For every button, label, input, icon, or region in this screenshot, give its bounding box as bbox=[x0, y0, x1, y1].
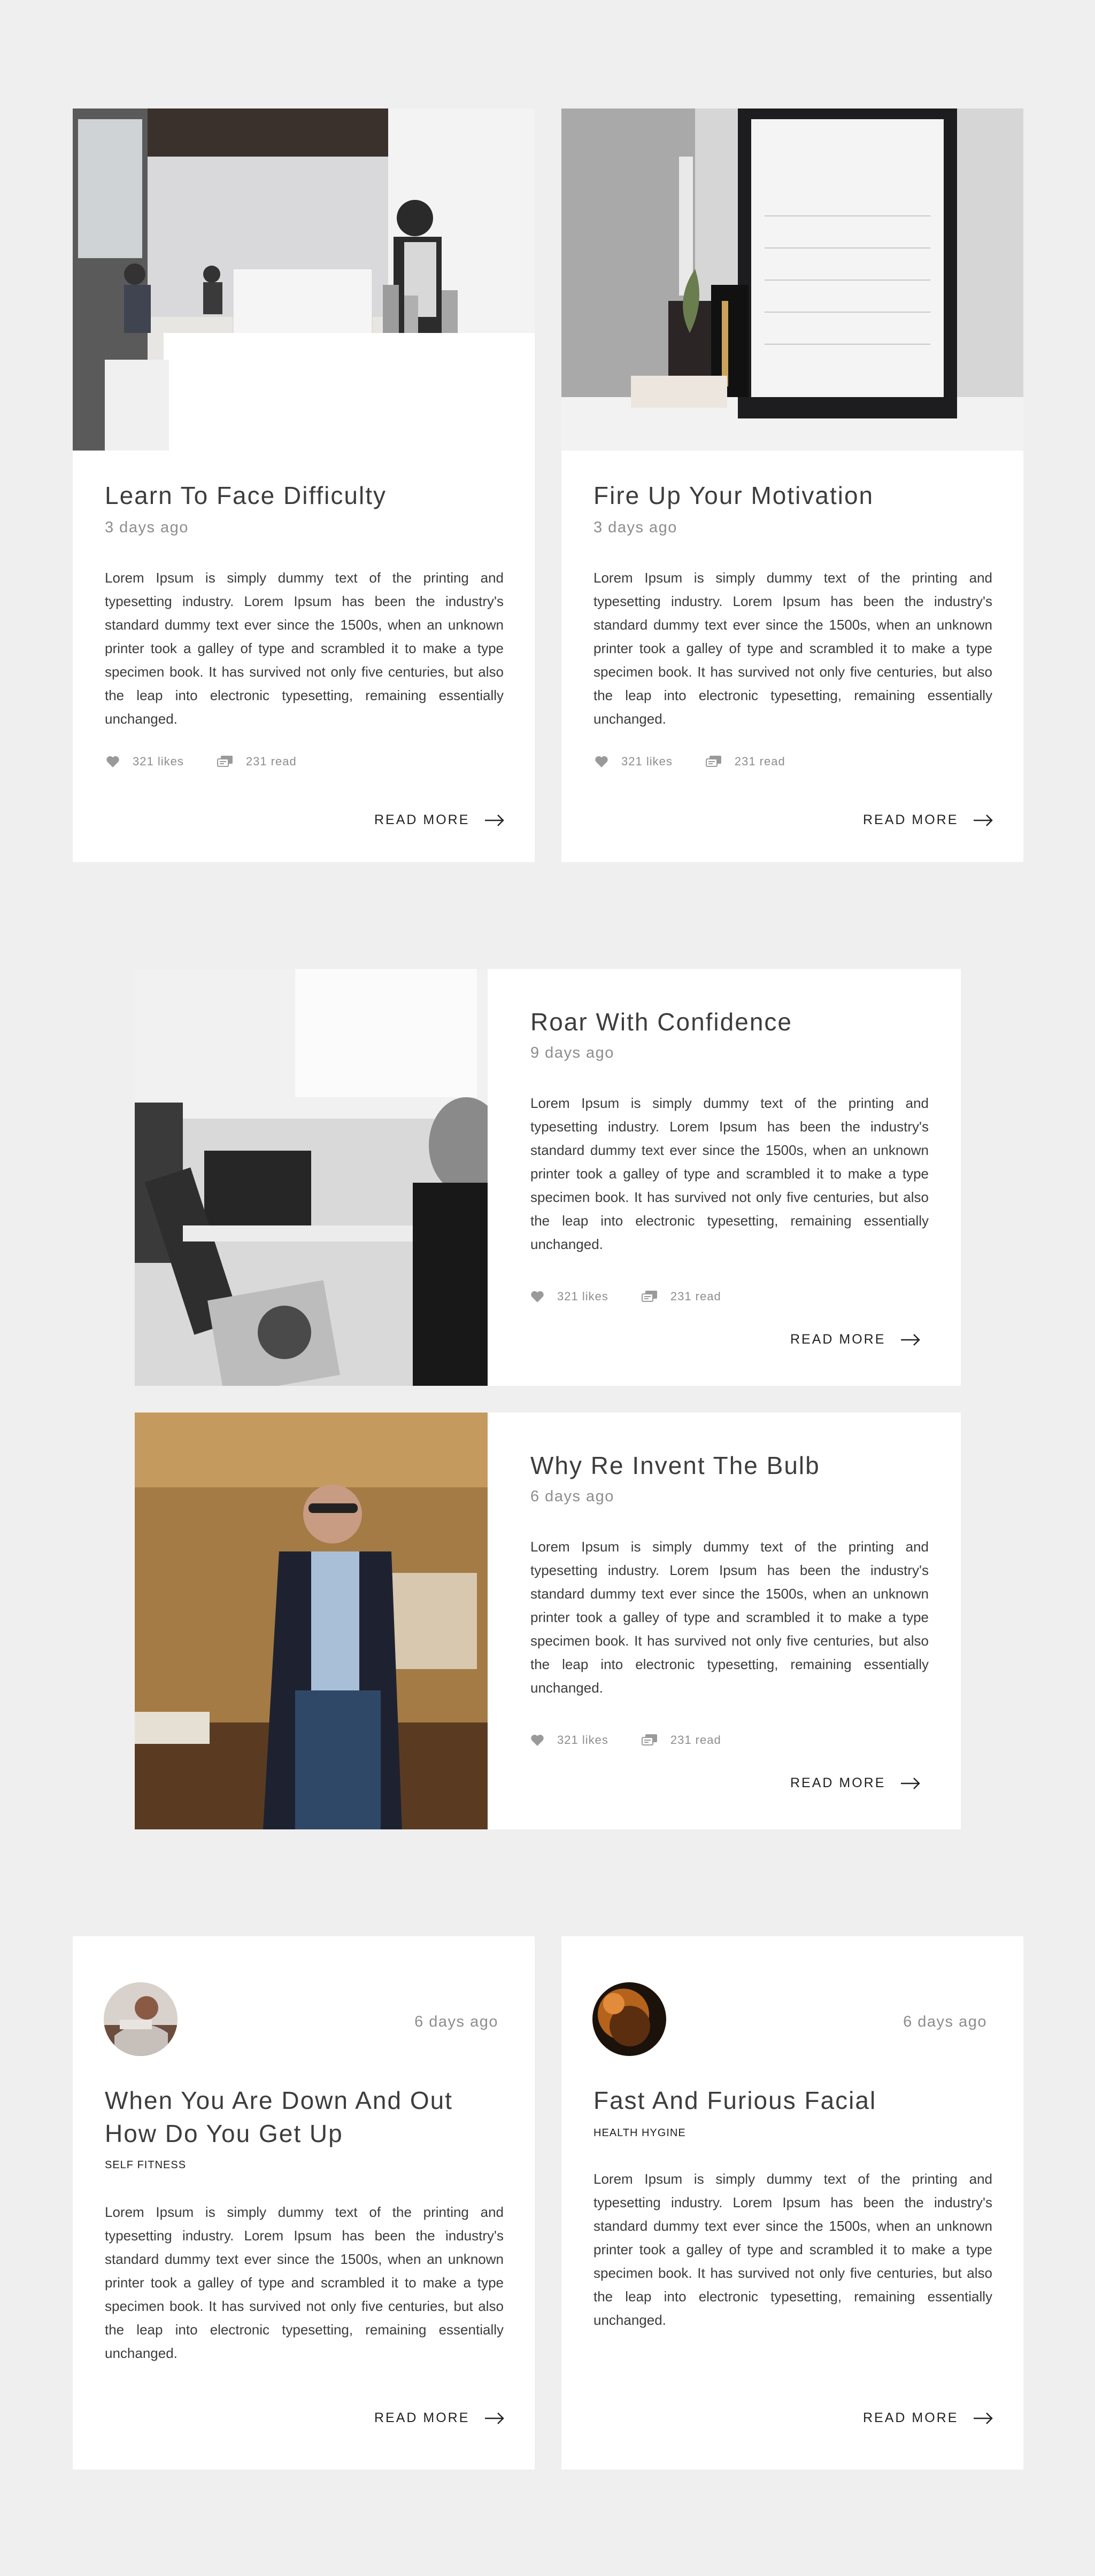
likes-label: 321 likes bbox=[621, 755, 673, 768]
card-stats: 321 likes 231 read bbox=[530, 1733, 754, 1747]
blog-card: Learn To Face Difficulty 3 days ago Lore… bbox=[73, 108, 535, 862]
read-more-label: READ MORE bbox=[374, 812, 470, 827]
card-date: 9 days ago bbox=[530, 1044, 614, 1061]
read-more-link[interactable]: READ MORE bbox=[790, 1775, 921, 1791]
heart-icon bbox=[531, 1291, 544, 1302]
card-image-old-man[interactable] bbox=[135, 1413, 488, 1829]
reads-count[interactable]: 231 read bbox=[641, 1733, 721, 1747]
read-more-link[interactable]: READ MORE bbox=[863, 2410, 993, 2426]
reads-count[interactable]: 231 read bbox=[217, 755, 297, 769]
reads-count[interactable]: 231 read bbox=[705, 755, 785, 769]
arrow-right-icon bbox=[901, 1777, 921, 1789]
read-more-label: READ MORE bbox=[374, 2410, 470, 2425]
heart-icon bbox=[595, 756, 608, 767]
avatar-facial-photo bbox=[592, 1982, 666, 2056]
read-more-label: READ MORE bbox=[790, 1775, 886, 1790]
blog-card-author: 6 days ago When You Are Down And Out How… bbox=[73, 1936, 535, 2470]
card-title[interactable]: Fast And Furious Facial bbox=[593, 2084, 876, 2117]
read-more-label: READ MORE bbox=[790, 1332, 886, 1347]
card-body: Lorem Ipsum is simply dummy text of the … bbox=[105, 570, 504, 727]
card-date: 6 days ago bbox=[903, 2013, 987, 2030]
reads-label: 231 read bbox=[245, 755, 297, 768]
category-tag[interactable]: HEALTH HYGINE bbox=[593, 2127, 686, 2139]
card-stats: 321 likes 231 read bbox=[530, 1290, 754, 1303]
card-stats: 321 likes 231 read bbox=[106, 755, 330, 769]
card-body: Lorem Ipsum is simply dummy text of the … bbox=[593, 2171, 992, 2328]
read-more-label: READ MORE bbox=[863, 2410, 959, 2425]
card-image-calendar[interactable] bbox=[561, 108, 1023, 451]
card-title-line: When You Are Down And Out bbox=[105, 2086, 453, 2114]
read-more-link[interactable]: READ MORE bbox=[374, 812, 505, 828]
read-more-link[interactable]: READ MORE bbox=[374, 2410, 505, 2426]
reads-label: 231 read bbox=[670, 1733, 721, 1747]
avatar[interactable] bbox=[104, 1982, 178, 2056]
blog-card-horizontal: Roar With Confidence 9 days ago Lorem Ip… bbox=[135, 969, 961, 1386]
card-date: 3 days ago bbox=[593, 519, 677, 536]
chat-icon bbox=[641, 1734, 657, 1745]
likes-count[interactable]: 321 likes bbox=[106, 755, 184, 769]
card-image-office[interactable] bbox=[135, 969, 488, 1386]
heart-icon bbox=[531, 1734, 544, 1746]
card-title[interactable]: Roar With Confidence bbox=[530, 1005, 792, 1038]
card-image-cafe[interactable] bbox=[73, 108, 535, 451]
likes-label: 321 likes bbox=[133, 755, 184, 768]
card-date: 6 days ago bbox=[530, 1488, 614, 1505]
chat-icon bbox=[217, 756, 233, 767]
avatar-fitness-photo bbox=[104, 1982, 178, 2056]
card-title-line: How Do You Get Up bbox=[105, 2120, 343, 2147]
cafe-photo bbox=[73, 108, 535, 451]
blog-card: Fire Up Your Motivation 3 days ago Lorem… bbox=[561, 108, 1023, 862]
arrow-right-icon bbox=[901, 1333, 921, 1346]
likes-count[interactable]: 321 likes bbox=[530, 1290, 608, 1303]
read-more-link[interactable]: READ MORE bbox=[790, 1332, 921, 1347]
calendar-photo bbox=[561, 108, 1023, 451]
chat-icon bbox=[641, 1291, 657, 1302]
read-more-label: READ MORE bbox=[863, 812, 959, 827]
card-title[interactable]: Learn To Face Difficulty bbox=[105, 479, 387, 512]
category-tag[interactable]: SELF FITNESS bbox=[105, 2159, 186, 2171]
card-title[interactable]: When You Are Down And Out How Do You Get… bbox=[105, 2084, 453, 2150]
reads-label: 231 read bbox=[734, 755, 785, 768]
office-photo bbox=[135, 969, 488, 1386]
card-date: 3 days ago bbox=[105, 519, 189, 536]
chat-icon bbox=[705, 756, 721, 767]
old-man-photo bbox=[135, 1413, 488, 1829]
card-body: Lorem Ipsum is simply dummy text of the … bbox=[530, 1095, 929, 1252]
likes-label: 321 likes bbox=[557, 1290, 608, 1303]
blog-card-horizontal: Why Re Invent The Bulb 6 days ago Lorem … bbox=[135, 1413, 961, 1829]
likes-label: 321 likes bbox=[557, 1733, 608, 1747]
read-more-link[interactable]: READ MORE bbox=[863, 812, 993, 828]
likes-count[interactable]: 321 likes bbox=[530, 1733, 608, 1747]
avatar[interactable] bbox=[592, 1982, 666, 2056]
likes-count[interactable]: 321 likes bbox=[595, 755, 673, 769]
card-date: 6 days ago bbox=[414, 2013, 498, 2030]
card-title[interactable]: Why Re Invent The Bulb bbox=[530, 1449, 820, 1482]
card-body: Lorem Ipsum is simply dummy text of the … bbox=[530, 1539, 929, 1696]
heart-icon bbox=[106, 756, 119, 767]
reads-count[interactable]: 231 read bbox=[641, 1290, 721, 1303]
card-stats: 321 likes 231 read bbox=[595, 755, 819, 769]
blog-card-author: 6 days ago Fast And Furious Facial HEALT… bbox=[561, 1936, 1023, 2470]
card-title[interactable]: Fire Up Your Motivation bbox=[593, 479, 874, 512]
arrow-right-icon bbox=[974, 814, 993, 826]
card-body: Lorem Ipsum is simply dummy text of the … bbox=[593, 570, 992, 727]
arrow-right-icon bbox=[974, 2412, 993, 2424]
card-body: Lorem Ipsum is simply dummy text of the … bbox=[105, 2204, 504, 2361]
reads-label: 231 read bbox=[670, 1290, 721, 1303]
arrow-right-icon bbox=[485, 2412, 505, 2424]
arrow-right-icon bbox=[485, 814, 505, 826]
